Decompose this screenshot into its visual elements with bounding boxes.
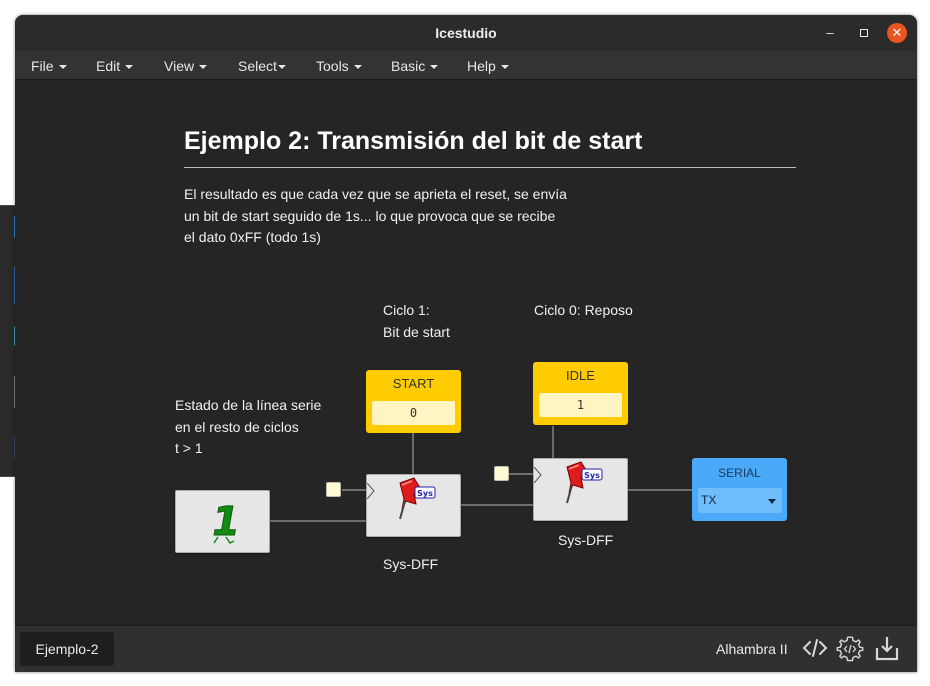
- constant-label: IDLE: [566, 368, 595, 383]
- gear-code-icon[interactable]: [836, 634, 864, 662]
- sys-dff-block-1[interactable]: Sys: [366, 474, 461, 537]
- download-icon[interactable]: [873, 634, 901, 662]
- caret-down-icon: [500, 65, 509, 70]
- status-bar: Ejemplo-2 Alhambra II: [15, 625, 917, 672]
- design-canvas[interactable]: Ejemplo 2: Transmisión del bit de start …: [15, 80, 917, 625]
- constant-start-block[interactable]: START 0: [366, 370, 461, 433]
- note-line-state: Estado de la línea serie en el resto de …: [175, 397, 322, 456]
- pin-select[interactable]: TX: [698, 488, 782, 513]
- minimize-button[interactable]: –: [820, 23, 840, 43]
- dff2-caption: Sys-DFF: [558, 532, 614, 548]
- tab-ejemplo-2[interactable]: Ejemplo-2: [20, 632, 114, 666]
- clock-input-1[interactable]: [326, 482, 341, 497]
- one-bit-icon: 1: [207, 498, 244, 546]
- sys-badge: Sys: [584, 471, 600, 480]
- clock-input-2[interactable]: [494, 466, 509, 481]
- wires: [270, 426, 692, 522]
- pin-select-value: TX: [701, 493, 717, 507]
- constant-label: START: [392, 376, 435, 391]
- title-divider: [184, 167, 796, 168]
- one-glyph: 1: [208, 498, 244, 545]
- maximize-button[interactable]: [854, 23, 874, 43]
- dff1-caption: Sys-DFF: [383, 556, 439, 572]
- dropdown-arrow-icon: [768, 499, 776, 504]
- sys-dff-block-2[interactable]: Sys: [533, 458, 628, 521]
- code-icon[interactable]: [801, 634, 829, 662]
- constant-value-field[interactable]: 1: [539, 393, 622, 417]
- menu-tools[interactable]: Tools: [316, 58, 362, 74]
- menu-file[interactable]: File: [31, 58, 67, 74]
- close-button[interactable]: ✕: [887, 23, 907, 43]
- description-text: El resultado es que cada vez que se apri…: [184, 186, 567, 245]
- menu-help[interactable]: Help: [467, 58, 509, 74]
- board-name[interactable]: Alhambra II: [716, 641, 788, 657]
- pushpin-icon: Sys: [366, 477, 436, 520]
- serial-output-block[interactable]: SERIAL TX: [692, 458, 787, 521]
- close-icon: ✕: [891, 25, 903, 40]
- pushpin-icon: Sys: [533, 461, 603, 504]
- caret-down-icon: [125, 65, 134, 70]
- page-title: Ejemplo 2: Transmisión del bit de start: [184, 127, 643, 155]
- note-cycle1: Ciclo 1: Bit de start: [383, 302, 450, 340]
- menu-bar: File Edit View Select Tools Basic Help: [15, 51, 917, 80]
- constant-idle-block[interactable]: IDLE 1: [533, 362, 628, 425]
- caret-down-icon: [277, 65, 286, 70]
- menu-edit[interactable]: Edit: [96, 58, 134, 74]
- constant-value-field[interactable]: 0: [372, 401, 455, 425]
- caret-down-icon: [58, 65, 67, 70]
- app-window: Icestudio – ✕ File Edit View Select Tool…: [15, 15, 917, 672]
- serial-label: SERIAL: [718, 466, 761, 480]
- menu-select[interactable]: Select: [238, 58, 286, 74]
- menu-basic[interactable]: Basic: [391, 58, 439, 74]
- maximize-icon: [860, 29, 868, 37]
- caret-down-icon: [430, 65, 439, 70]
- constant-one-block[interactable]: 1: [175, 490, 270, 553]
- window-title: Icestudio: [435, 25, 497, 41]
- note-cycle0: Ciclo 0: Reposo: [534, 302, 633, 318]
- sys-badge: Sys: [417, 489, 433, 498]
- title-bar: Icestudio – ✕: [15, 15, 917, 51]
- caret-down-icon: [353, 65, 362, 70]
- menu-view[interactable]: View: [164, 58, 208, 74]
- caret-down-icon: [199, 65, 208, 70]
